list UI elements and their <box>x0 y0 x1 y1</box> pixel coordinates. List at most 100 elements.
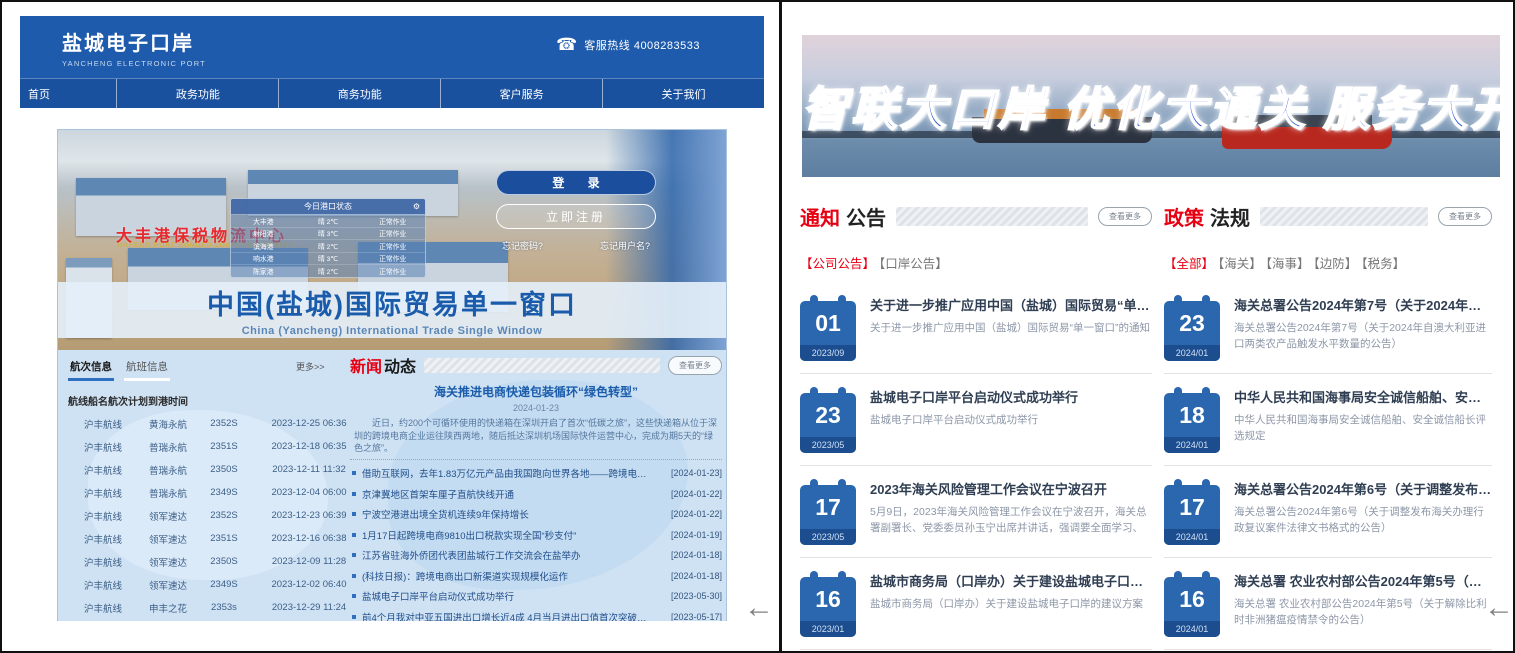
news-item-title: 1月17日起跨境电商9810出口税款实现全国“秒支付” <box>362 528 656 542</box>
port-weather: 晴 3℃ <box>296 228 361 238</box>
schedule-table: 航线船名航次计划到港时间 沪丰航线 黄海永航 2352S 2023-12-25 … <box>68 389 368 619</box>
list-item[interactable]: 23 2023/05 盐城电子口岸平台启动仪式成功举行 盐城电子口岸平台启动仪式… <box>800 374 1152 466</box>
table-row[interactable]: 沪丰航线 领军速达 2351S 2023-12-16 06:38 <box>68 527 368 550</box>
list-item[interactable]: 宁波空港进出境全货机连续9年保持增长 [2024-01-22] <box>350 504 722 525</box>
news-item-date: [2024-01-22] <box>656 489 722 499</box>
voyage-cell: 2351S <box>198 533 250 544</box>
news-item-title: 借助互联网，去年1.83万亿元产品由我国跑向世界各地——跨境电商出口增长19.6… <box>362 466 656 480</box>
left-panel-homepage: 盐城电子口岸 YANCHENG ELECTRONIC PORT ☎ 客服热线 4… <box>20 16 764 641</box>
list-item[interactable]: 23 2024/01 海关总署公告2024年第7号（关于2024年自澳大利亚进口… <box>1164 282 1492 374</box>
login-widget: 登 录 立即注册 忘记密码? 忘记用户名? <box>496 170 656 252</box>
calendar-day: 23 <box>800 393 856 437</box>
ship-cell: 申丰之花 <box>138 601 198 615</box>
calendar-yearmonth: 2024/01 <box>1164 621 1220 637</box>
table-row[interactable]: 沪丰航线 领军速达 2350S 2023-12-09 11:28 <box>68 550 368 573</box>
featured-news-date: 2024-01-23 <box>350 403 722 413</box>
notice-text: 盐城电子口岸平台启动仪式成功举行 盐城电子口岸平台启动仪式成功举行 <box>870 385 1152 453</box>
port-status-row: 响水港 晴 3℃ 正常作业 <box>231 252 425 265</box>
news-item-date: [2024-01-18] <box>656 550 722 560</box>
calendar-yearmonth: 2023/01 <box>800 621 856 637</box>
table-row[interactable]: 沪丰航线 领军速达 2349S 2023-12-02 06:40 <box>68 573 368 596</box>
list-item[interactable]: 16 2024/01 海关总署 农业农村部公告2024年第5号（关于解除比利时非… <box>1164 558 1492 650</box>
back-arrow-icon[interactable]: ← <box>744 593 774 623</box>
table-row[interactable]: 沪丰航线 普瑞永航 2350S 2023-12-11 11:32 <box>68 458 368 481</box>
register-button[interactable]: 立即注册 <box>496 204 656 229</box>
port-status-row: 射阳港 晴 3℃ 正常作业 <box>231 227 425 240</box>
list-item[interactable]: 盐城电子口岸平台启动仪式成功举行 [2023-05-30] <box>350 586 722 607</box>
list-item[interactable]: 前4个月我对中亚五国进出口增长近4成 4月当月进出口值首次突破500亿元 [20… <box>350 607 722 622</box>
back-arrow-icon[interactable]: ← <box>1484 593 1514 623</box>
port-operation-status: 正常作业 <box>360 253 425 263</box>
nav-item[interactable]: 首页 <box>20 79 116 108</box>
news-title-red: 新闻 <box>350 353 382 377</box>
list-item[interactable]: 18 2024/01 中华人民共和国海事局安全诚信船舶、安全诚信船长评选规定 中… <box>1164 374 1492 466</box>
calendar-date-icon: 18 2024/01 <box>1164 387 1220 453</box>
policies-more-button[interactable]: 查看更多 <box>1438 207 1492 226</box>
calendar-body: 01 2023/09 <box>800 301 856 361</box>
forgot-username-link[interactable]: 忘记用户名? <box>600 239 650 252</box>
policies-title-red: 政策 <box>1164 202 1204 231</box>
table-row[interactable]: 沪丰航线 申丰之花 2353s 2023-12-29 11:24 <box>68 596 368 619</box>
hatch-decoration <box>896 207 1088 226</box>
calendar-date-icon: 17 2023/05 <box>800 479 856 545</box>
site-logo[interactable]: 盐城电子口岸 YANCHENG ELECTRONIC PORT <box>62 27 206 68</box>
notice-text: 盐城市商务局（口岸办）关于建设盐城电子口岸的建设方案 盐城市商务局（口岸办）关于… <box>870 569 1152 637</box>
news-title-black: 动态 <box>384 353 416 377</box>
right-panel-homepage: 智联大口岸 优化大通关 服务大开放 通知 公告 查看更多 【公司公告】【口岸公告… <box>792 16 1504 641</box>
hatch-decoration <box>424 358 660 373</box>
table-row[interactable]: 沪丰航线 普瑞永航 2349S 2023-12-04 06:00 <box>68 481 368 504</box>
notices-filter-tab[interactable]: 【公司公告】 <box>800 257 875 271</box>
port-operation-status: 正常作业 <box>360 216 425 226</box>
bullet-icon <box>352 492 356 496</box>
notices-more-button[interactable]: 查看更多 <box>1098 207 1152 226</box>
table-row[interactable]: 沪丰航线 领军速达 2352S 2023-12-23 06:39 <box>68 504 368 527</box>
notices-list: 01 2023/09 关于进一步推广应用中国（盐城）国际贸易“单一窗口”的通 关… <box>800 282 1152 650</box>
bullet-icon <box>352 471 356 475</box>
nav-item[interactable]: 商务功能 <box>278 79 440 108</box>
nav-item[interactable]: 关于我们 <box>602 79 764 108</box>
policy-title: 海关总署公告2024年第7号（关于2024年自澳大利亚进口两… <box>1234 295 1492 314</box>
notice-title: 关于进一步推广应用中国（盐城）国际贸易“单一窗口”的通 <box>870 295 1152 314</box>
policies-filter-tab[interactable]: 【税务】 <box>1361 257 1405 271</box>
list-item[interactable]: 借助互联网，去年1.83万亿元产品由我国跑向世界各地——跨境电商出口增长19.6… <box>350 463 722 484</box>
nav-item[interactable]: 政务功能 <box>116 79 278 108</box>
calendar-day: 23 <box>1164 301 1220 345</box>
news-item-title: 江苏省驻海外侨团代表团盐城行工作交流会在盐举办 <box>362 548 656 562</box>
list-item[interactable]: 17 2024/01 海关总署公告2024年第6号（关于调整发布海关办理行政复议… <box>1164 466 1492 558</box>
list-item[interactable]: 16 2023/01 盐城市商务局（口岸办）关于建设盐城电子口岸的建设方案 盐城… <box>800 558 1152 650</box>
bullet-icon <box>352 553 356 557</box>
route-cell: 沪丰航线 <box>68 440 138 454</box>
gear-icon[interactable]: ⚙ <box>413 202 420 211</box>
policies-filter-tab[interactable]: 【海关】 <box>1218 257 1262 271</box>
news-more-button[interactable]: 查看更多 <box>668 356 722 375</box>
voyage-cell: 2352S <box>198 418 250 429</box>
featured-news-title[interactable]: 海关推进电商快递包装循环“绿色转型” <box>350 383 722 400</box>
list-item[interactable]: 1月17日起跨境电商9810出口税款实现全国“秒支付” [2024-01-19] <box>350 525 722 546</box>
notice-title: 2023年海关风险管理工作会议在宁波召开 <box>870 479 1152 498</box>
list-item[interactable]: 江苏省驻海外侨团代表团盐城行工作交流会在盐举办 [2024-01-18] <box>350 545 722 566</box>
banner-slogan-text: 智联大口岸 优化大通关 服务大开放 <box>802 73 1500 139</box>
list-item[interactable]: 京津冀地区首架车厘子直航快线开通 [2024-01-22] <box>350 484 722 505</box>
policies-filter-tab[interactable]: 【全部】 <box>1164 257 1214 271</box>
schedule-tab[interactable]: 航次信息 <box>68 356 114 381</box>
voyage-cell: 2352S <box>198 510 250 521</box>
list-item[interactable]: 01 2023/09 关于进一步推广应用中国（盐城）国际贸易“单一窗口”的通 关… <box>800 282 1152 374</box>
notices-column: 通知 公告 查看更多 【公司公告】【口岸公告】 01 2023/09 关于进一步… <box>800 202 1152 650</box>
policies-filter-tab[interactable]: 【边防】 <box>1314 257 1358 271</box>
forgot-password-link[interactable]: 忘记密码? <box>502 239 543 252</box>
list-item[interactable]: (科技日报)：跨境电商出口新渠道实现规模化运作 [2024-01-18] <box>350 566 722 587</box>
schedule-more-link[interactable]: 更多>> <box>296 360 325 373</box>
calendar-body: 23 2023/05 <box>800 393 856 453</box>
login-button[interactable]: 登 录 <box>496 170 656 195</box>
nav-item[interactable]: 客户服务 <box>440 79 602 108</box>
policies-filter-tab[interactable]: 【海事】 <box>1266 257 1310 271</box>
policies-header: 政策 法规 查看更多 <box>1164 202 1492 231</box>
policy-title: 海关总署公告2024年第6号（关于调整发布海关办理行政复议… <box>1234 479 1492 498</box>
notices-filter-tab[interactable]: 【口岸公告】 <box>879 257 948 271</box>
ship-cell: 普瑞永航 <box>138 486 198 500</box>
table-row[interactable]: 沪丰航线 普瑞永航 2351S 2023-12-18 06:35 <box>68 435 368 458</box>
list-item[interactable]: 17 2023/05 2023年海关风险管理工作会议在宁波召开 5月9日，202… <box>800 466 1152 558</box>
schedule-tab[interactable]: 航班信息 <box>124 356 170 381</box>
table-row[interactable]: 沪丰航线 黄海永航 2352S 2023-12-25 06:36 <box>68 412 368 435</box>
ship-cell: 领军速达 <box>138 578 198 592</box>
